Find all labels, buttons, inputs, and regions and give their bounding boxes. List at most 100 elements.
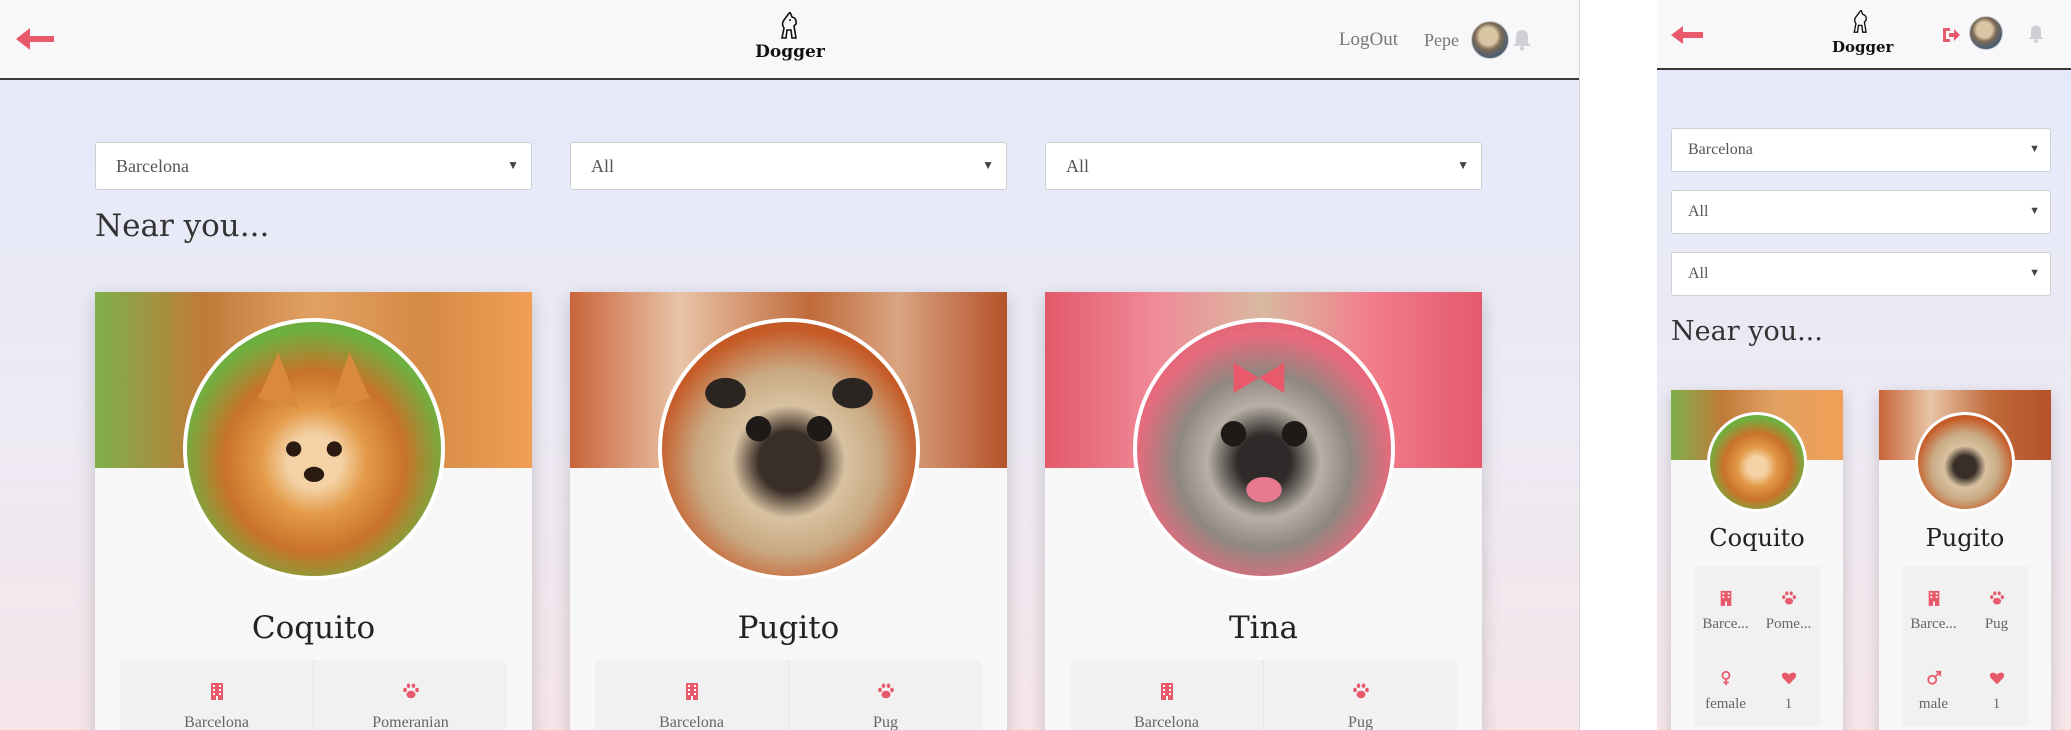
mobile-top-navbar: Dogger — [1657, 0, 2071, 70]
dog-name: Pugito — [1925, 524, 2005, 552]
gender-select-value: All — [1688, 265, 1709, 282]
dropdown-caret-icon: ▼ — [1457, 158, 1469, 172]
breed-label: Pug — [1348, 714, 1373, 730]
gender-label: female — [1705, 696, 1746, 712]
gender-select[interactable]: All ▼ — [1045, 142, 1482, 190]
bell-icon[interactable] — [1510, 28, 1534, 52]
breed-stat: Pug — [1965, 566, 2028, 646]
dog-card[interactable]: Coquito Barcelona Pomeranian — [95, 292, 532, 730]
city-stat: Barcelona — [1070, 660, 1264, 730]
breed-stat: Pome... — [1757, 566, 1820, 646]
gender-label: male — [1918, 696, 1949, 712]
city-select-value: Barcelona — [1688, 141, 1753, 158]
breed-stat: Pug — [789, 660, 982, 730]
nav-right: LogOut Pepe — [1339, 20, 1509, 60]
logo-text: Dogger — [1832, 38, 1894, 56]
dog-photo — [1707, 412, 1807, 512]
city-label: Barce... — [1910, 616, 1957, 632]
top-navbar: Dogger LogOut Pepe — [0, 0, 1579, 80]
city-select[interactable]: Barcelona ▼ — [95, 142, 532, 190]
section-title: Near you... — [1671, 316, 1823, 347]
female-icon — [1721, 670, 1730, 686]
dog-stats: Barcelona Pug — [1070, 660, 1457, 730]
dog-photo — [1915, 412, 2015, 512]
paw-icon — [402, 683, 419, 699]
dog-stats: Barcelona Pug — [595, 660, 982, 730]
dog-logo-icon — [781, 12, 797, 39]
dropdown-caret-icon: ▼ — [982, 158, 994, 172]
user-avatar[interactable] — [1471, 21, 1509, 59]
user-name[interactable]: Pepe — [1424, 30, 1459, 51]
dropdown-caret-icon: ▼ — [2029, 205, 2040, 217]
dog-card-list: Coquito Barcelona Pomeranian Pugito Barc… — [95, 292, 1482, 730]
sign-out-icon[interactable] — [1941, 26, 1961, 44]
section-title: Near you... — [95, 208, 270, 244]
city-stat: Barce... — [1902, 566, 1965, 646]
logo-text: Dogger — [755, 42, 825, 62]
city-stat: Barcelona — [595, 660, 789, 730]
dogger-logo[interactable]: Dogger — [1832, 10, 1894, 56]
gender-select-value: All — [1066, 156, 1090, 176]
likes-stat: 1 — [1757, 646, 1820, 726]
paw-icon — [1781, 591, 1796, 605]
breed-select-value: All — [1688, 203, 1709, 220]
logout-link[interactable]: LogOut — [1339, 29, 1398, 51]
dog-card[interactable]: Coquito Barce... Pome... female 1 — [1671, 390, 1843, 730]
dogger-logo[interactable]: Dogger — [755, 12, 825, 62]
dog-stats: Barce... Pug male 1 — [1902, 566, 2028, 730]
dog-name: Coquito — [251, 610, 376, 646]
paw-icon — [1352, 683, 1369, 699]
city-label: Barcelona — [1134, 714, 1199, 730]
gender-select[interactable]: All ▼ — [1671, 252, 2051, 296]
city-select-value: Barcelona — [116, 156, 189, 176]
building-icon — [1160, 683, 1173, 700]
dog-photo — [1132, 318, 1395, 580]
breed-stat: Pug — [1264, 660, 1457, 730]
user-avatar[interactable] — [1969, 16, 2003, 50]
dropdown-caret-icon: ▼ — [2029, 267, 2040, 279]
mobile-view: Dogger Barcelona ▼ All ▼ All ▼ Near you.… — [1657, 0, 2071, 730]
likes-count: 1 — [1784, 696, 1793, 712]
gender-stat: female — [1694, 646, 1757, 726]
dog-stats: Barce... Pome... female 1 — [1694, 566, 1820, 730]
heart-icon — [1989, 672, 2004, 685]
city-stat: Barce... — [1694, 566, 1757, 646]
breed-stat: Pomeranian — [314, 660, 507, 730]
breed-label: Pomeranian — [372, 714, 449, 730]
city-label: Barce... — [1702, 616, 1749, 632]
dropdown-caret-icon: ▼ — [507, 158, 519, 172]
breed-select[interactable]: All ▼ — [1671, 190, 2051, 234]
bell-icon[interactable] — [2026, 24, 2046, 44]
dropdown-caret-icon: ▼ — [2029, 143, 2040, 155]
paw-icon — [877, 683, 894, 699]
building-icon — [685, 683, 698, 700]
dog-photo — [657, 318, 920, 580]
dog-card[interactable]: Pugito Barcelona Pug — [570, 292, 1007, 730]
breed-select[interactable]: All ▼ — [570, 142, 1007, 190]
gender-stat: male — [1902, 646, 1965, 726]
building-icon — [210, 683, 223, 700]
breed-select-value: All — [591, 156, 615, 176]
breed-label: Pug — [1984, 616, 2009, 632]
back-arrow-icon[interactable] — [16, 26, 56, 52]
city-label: Barcelona — [184, 714, 249, 730]
city-select[interactable]: Barcelona ▼ — [1671, 128, 2051, 172]
filter-bar: Barcelona ▼ All ▼ All ▼ — [95, 142, 1482, 190]
building-icon — [1928, 590, 1939, 606]
male-icon — [1926, 670, 1941, 685]
dog-name: Tina — [1228, 610, 1299, 646]
dog-name: Coquito — [1709, 524, 1805, 552]
paw-icon — [1989, 591, 2004, 605]
dog-name: Pugito — [737, 610, 840, 646]
breed-label: Pug — [873, 714, 898, 730]
city-label: Barcelona — [659, 714, 724, 730]
back-arrow-icon[interactable] — [1671, 24, 1705, 46]
dog-photo — [182, 318, 445, 580]
dog-stats: Barcelona Pomeranian — [120, 660, 507, 730]
dog-card[interactable]: Pugito Barce... Pug male 1 — [1879, 390, 2051, 730]
dog-card[interactable]: Tina Barcelona Pug — [1045, 292, 1482, 730]
city-stat: Barcelona — [120, 660, 314, 730]
heart-icon — [1781, 672, 1796, 685]
likes-stat: 1 — [1965, 646, 2028, 726]
breed-label: Pome... — [1765, 616, 1812, 632]
